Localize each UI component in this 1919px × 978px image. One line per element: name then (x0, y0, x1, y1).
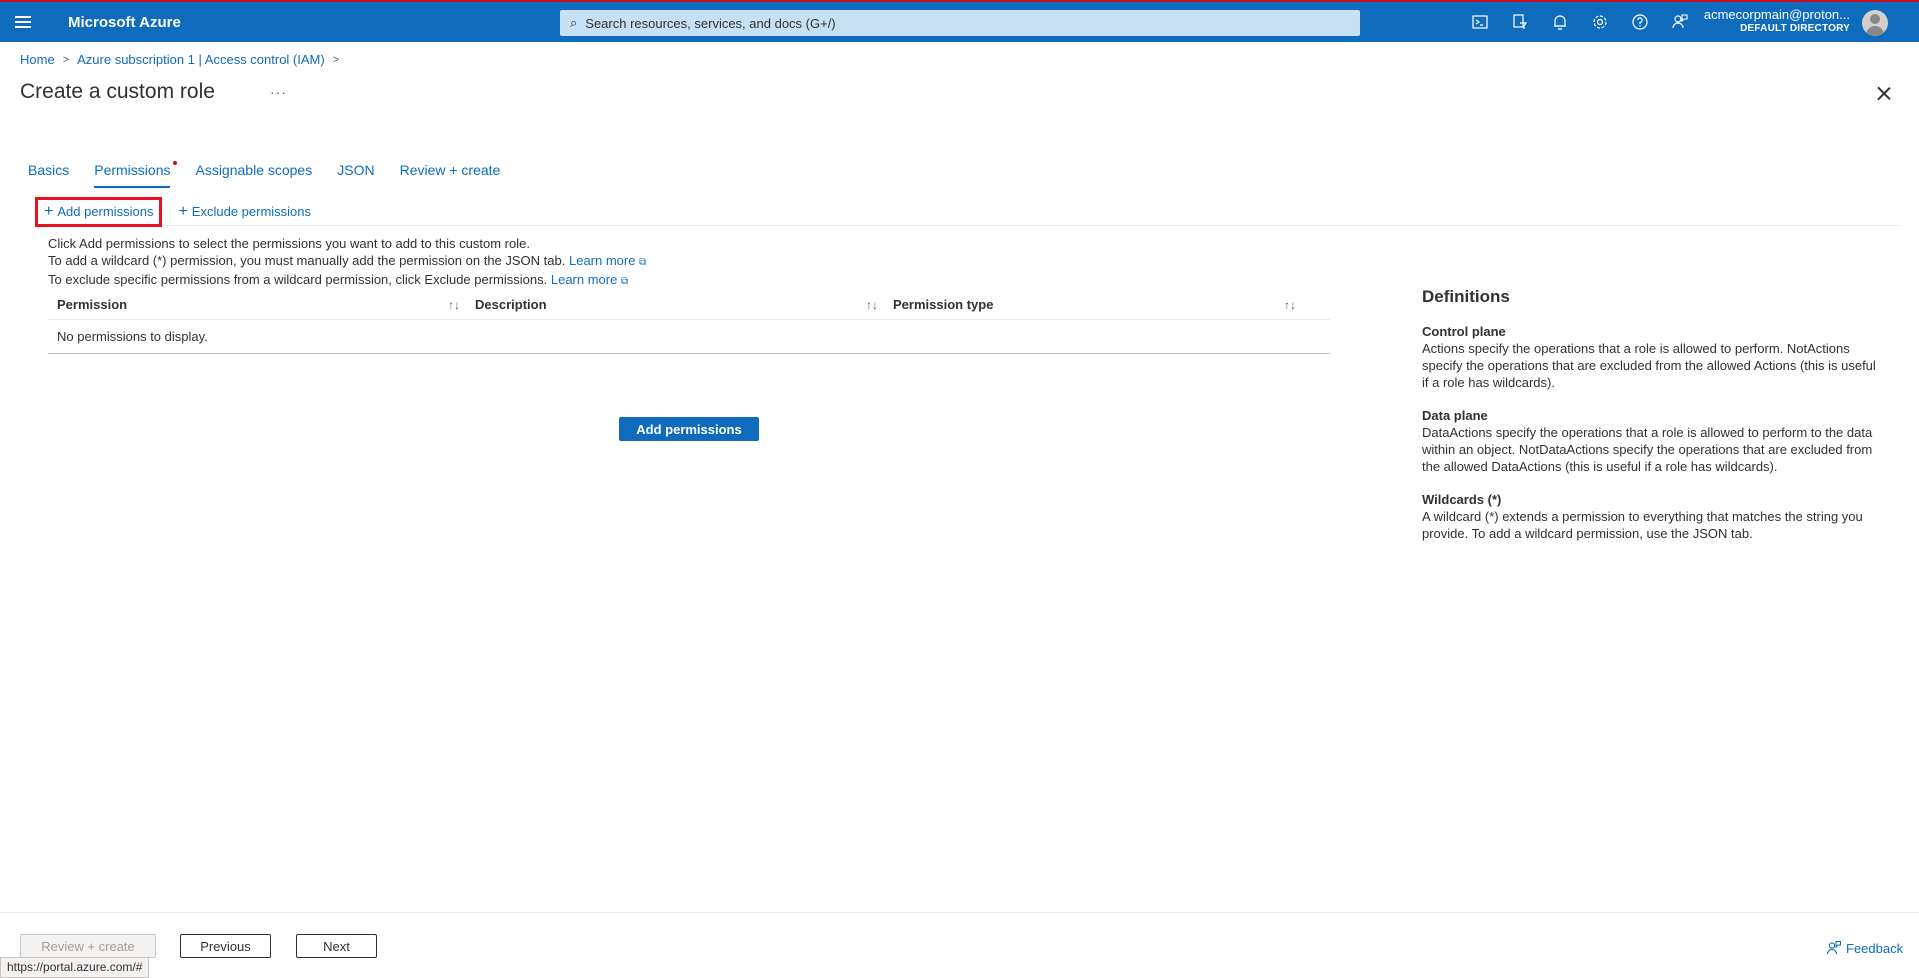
exclude-permissions-command[interactable]: + Exclude permissions (172, 197, 317, 227)
topbar-icon-group (1460, 2, 1700, 42)
definition-heading: Wildcards (*) (1422, 492, 1502, 507)
wizard-tabs: Basics Permissions Assignable scopes JSO… (28, 161, 525, 188)
sort-icon[interactable]: ↑↓ (1284, 298, 1296, 312)
page-title: Create a custom role (20, 80, 215, 103)
external-link-icon: ⧉ (639, 257, 647, 268)
sort-icon[interactable]: ↑↓ (866, 298, 878, 312)
definition-heading: Control plane (1422, 324, 1506, 339)
column-header-permission-type[interactable]: Permission type ↑↓ (884, 290, 1302, 320)
chevron-right-icon: > (332, 53, 340, 66)
breadcrumb-access-control[interactable]: Azure subscription 1 | Access control (I… (77, 52, 325, 67)
feedback-label: Feedback (1846, 940, 1904, 956)
tab-permissions-label: Permissions (94, 162, 171, 178)
definition-text: A wildcard (*) extends a permission to e… (1422, 509, 1863, 541)
directory-filter-icon[interactable] (1500, 2, 1540, 42)
brand-title[interactable]: Microsoft Azure (68, 14, 181, 31)
table-body: No permissions to display. (48, 320, 1330, 354)
info-line-wildcard: To add a wildcard (*) permission, you mu… (48, 253, 647, 268)
account-name: acmecorpmain@proton... (1703, 7, 1850, 22)
permissions-table: Permission ↑↓ Description ↑↓ Permission … (48, 290, 1330, 354)
info-line-add: Click Add permissions to select the perm… (48, 236, 530, 251)
help-icon[interactable] (1620, 2, 1660, 42)
table-header: Permission ↑↓ Description ↑↓ Permission … (48, 290, 1330, 320)
global-search-box[interactable]: ⌕ (560, 10, 1360, 36)
definition-text: DataActions specify the operations that … (1422, 425, 1873, 474)
definitions-title: Definitions (1422, 287, 1510, 306)
search-icon: ⌕ (570, 15, 578, 30)
breadcrumb-home[interactable]: Home (20, 52, 55, 67)
exclude-permissions-label: Exclude permissions (191, 204, 312, 219)
settings-icon[interactable] (1580, 2, 1620, 42)
external-link-icon: ⧉ (620, 276, 629, 287)
close-icon[interactable] (1874, 84, 1894, 104)
tab-json[interactable]: JSON (337, 162, 374, 188)
review-create-button[interactable]: Review + create (20, 934, 156, 958)
column-header-description[interactable]: Description ↑↓ (466, 290, 884, 320)
tab-basics[interactable]: Basics (28, 162, 69, 188)
add-permissions-command[interactable]: + Add permissions (35, 196, 163, 227)
cloud-shell-icon[interactable] (1460, 2, 1500, 42)
account-info[interactable]: acmecorpmain@proton... DEFAULT DIRECTORY (1700, 8, 1850, 36)
avatar[interactable] (1862, 10, 1888, 36)
learn-more-link[interactable]: Learn more (569, 253, 635, 268)
notifications-icon[interactable] (1540, 2, 1580, 42)
status-bar-url: https://portal.azure.com/# (0, 957, 150, 978)
top-navigation-bar: Microsoft Azure ⌕ acmecorpmain@proton...… (0, 0, 1919, 42)
add-permissions-label: Add permissions (57, 204, 154, 219)
account-directory: DEFAULT DIRECTORY (1740, 23, 1850, 34)
feedback-person-icon (1826, 941, 1841, 955)
required-indicator-icon (173, 161, 178, 165)
add-permissions-button[interactable]: Add permissions (619, 417, 759, 441)
learn-more-link[interactable]: Learn more (551, 272, 617, 287)
plus-icon: + (178, 202, 188, 220)
breadcrumb: Home > Azure subscription 1 | Access con… (20, 52, 347, 67)
wizard-footer: Review + create Previous Next Feedback (0, 912, 1919, 978)
permissions-info: Click Add permissions to select the perm… (48, 235, 646, 290)
sort-icon[interactable]: ↑↓ (448, 298, 460, 312)
command-bar: + Add permissions + Exclude permissions (35, 196, 1900, 227)
column-header-permission[interactable]: Permission ↑↓ (48, 290, 466, 320)
plus-icon: + (44, 202, 54, 220)
more-options-icon[interactable]: ··· (270, 84, 287, 100)
definitions-panel: Definitions Control plane Actions specif… (1422, 288, 1882, 558)
info-line-exclude: To exclude specific permissions from a w… (48, 272, 629, 287)
search-input[interactable] (585, 15, 1326, 31)
feedback-link[interactable]: Feedback (1826, 940, 1903, 956)
definition-text: Actions specify the operations that a ro… (1422, 341, 1876, 390)
feedback-icon[interactable] (1660, 2, 1700, 42)
tab-permissions[interactable]: Permissions (94, 161, 178, 188)
portal-menu-icon[interactable] (0, 2, 46, 42)
table-empty-message: No permissions to display. (48, 320, 1330, 354)
previous-button[interactable]: Previous (180, 934, 271, 958)
chevron-right-icon: > (62, 53, 70, 66)
next-button[interactable]: Next (296, 934, 377, 958)
tab-review-create[interactable]: Review + create (400, 162, 501, 188)
definition-heading: Data plane (1422, 408, 1488, 423)
tab-assignable-scopes[interactable]: Assignable scopes (195, 162, 312, 188)
